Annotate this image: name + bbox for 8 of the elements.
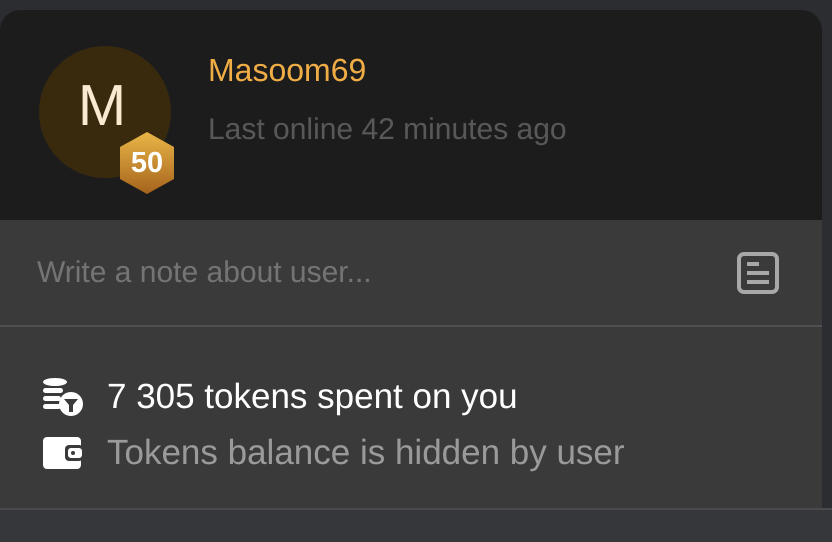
coins-icon (41, 377, 85, 417)
last-online-text: Last online 42 minutes ago (208, 113, 567, 147)
note-field[interactable]: Write a note about user... (37, 256, 637, 290)
note-icon[interactable] (736, 250, 780, 294)
tokens-spent-text: 7 305 tokens spent on you (107, 377, 518, 417)
username[interactable]: Masoom69 (208, 52, 567, 89)
balance-hidden-text: Tokens balance is hidden by user (107, 433, 625, 473)
level-badge: 50 (117, 130, 177, 196)
